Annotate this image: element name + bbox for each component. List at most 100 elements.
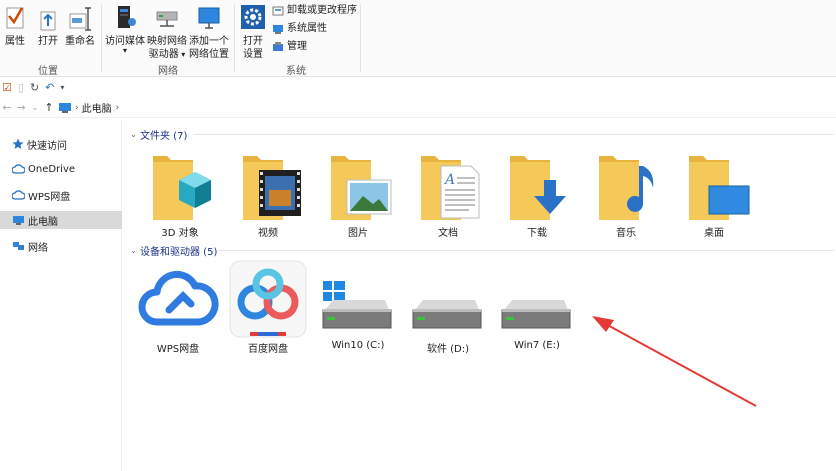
desktop-folder-icon <box>689 156 750 220</box>
back-icon[interactable]: ← <box>0 101 14 114</box>
divider <box>218 250 834 251</box>
properties-button[interactable]: 属性 <box>4 4 26 48</box>
folder-pictures[interactable]: 图片 <box>315 150 401 240</box>
folder-label: 视频 <box>258 228 278 239</box>
access-media-button[interactable]: 访问媒体 ▾ <box>105 4 145 55</box>
forward-icon[interactable]: → <box>14 101 28 114</box>
music-folder-icon <box>599 156 654 220</box>
video-folder-icon <box>243 156 301 220</box>
folder-label: 文档 <box>438 228 458 239</box>
new-folder-small-icon[interactable]: ▯ <box>18 81 24 94</box>
network-drive-icon <box>156 11 178 27</box>
monitor-icon <box>198 7 220 29</box>
computer-icon <box>59 102 71 113</box>
folders-header-label: 文件夹 (7) <box>140 130 188 142</box>
uninstall-icon <box>272 6 284 16</box>
sidebar-item-onedrive[interactable]: OneDrive <box>0 160 122 178</box>
devices-section-header[interactable]: ⌄ 设备和驱动器 (5) <box>130 243 836 258</box>
computer-icon <box>13 215 24 225</box>
cloud-icon <box>12 164 25 174</box>
system-drive-icon <box>322 281 392 329</box>
add-network-location-button[interactable]: 添加一个 网络位置 <box>189 4 229 61</box>
map-drive-label: 映射网络 <box>147 36 187 47</box>
system-properties-button[interactable]: 系统属性 <box>272 21 327 37</box>
folder-3d-objects[interactable]: 3D 对象 <box>137 150 223 240</box>
customize-dropdown-icon[interactable]: ▾ <box>60 83 64 92</box>
collapse-chevron-icon[interactable]: ⌄ <box>130 246 140 255</box>
rename-button[interactable]: 重命名 <box>64 4 96 48</box>
cloud-icon <box>12 190 25 200</box>
navigation-pane: 快速访问 OneDrive WPS网盘 此电脑 网络 <box>0 120 122 471</box>
open-settings-button[interactable]: 打开 设置 <box>238 4 268 61</box>
hard-drive-icon <box>501 300 571 329</box>
open-button[interactable]: 打开 <box>36 4 60 48</box>
manage-button[interactable]: 管理 <box>272 39 307 55</box>
folder-label: 桌面 <box>704 228 724 239</box>
open-label: 打开 <box>38 36 58 47</box>
folders-section-header[interactable]: ⌄ 文件夹 (7) <box>130 127 836 142</box>
folder-music[interactable]: 音乐 <box>583 150 669 240</box>
hard-drive-icon <box>412 300 482 329</box>
rename-icon <box>69 7 91 31</box>
sidebar-item-label: 网络 <box>28 242 48 254</box>
drive-d[interactable]: 软件 (D:) <box>405 280 491 355</box>
network-icon <box>13 241 24 250</box>
map-drive-button[interactable]: 映射网络 驱动器 ▾ <box>147 4 187 61</box>
rename-label: 重命名 <box>65 36 95 47</box>
documents-folder-icon: A <box>421 156 480 220</box>
star-icon <box>12 138 24 149</box>
drive-e[interactable]: Win7 (E:) <box>494 280 580 352</box>
device-wps-cloud[interactable]: WPS网盘 <box>135 262 221 355</box>
map-drive-label-2: 驱动器 <box>148 49 179 60</box>
devices-header-label: 设备和驱动器 (5) <box>140 246 218 258</box>
up-icon[interactable]: ↑ <box>42 101 56 114</box>
open-settings-label-2: 设置 <box>243 49 263 60</box>
collapse-chevron-icon[interactable]: ⌄ <box>130 130 140 139</box>
sidebar-item-label: 快速访问 <box>27 140 67 152</box>
device-label: Win7 (E:) <box>514 340 560 351</box>
undo-icon[interactable]: ↶ <box>45 81 54 94</box>
device-label: Win10 (C:) <box>331 340 385 351</box>
add-location-label-2: 网络位置 <box>189 49 229 60</box>
device-baidu-cloud[interactable]: 百度网盘 <box>225 260 311 355</box>
folder-videos[interactable]: 视频 <box>225 150 311 240</box>
folder-desktop[interactable]: 桌面 <box>671 150 757 240</box>
sidebar-item-wps[interactable]: WPS网盘 <box>0 186 122 204</box>
folder-downloads[interactable]: 下载 <box>494 150 580 240</box>
3d-objects-folder-icon <box>153 156 211 220</box>
breadcrumb[interactable]: 此电脑 <box>82 100 112 115</box>
drive-c[interactable]: Win10 (C:) <box>315 280 401 352</box>
uninstall-button[interactable]: 卸载或更改程序 <box>272 3 357 19</box>
properties-label: 属性 <box>5 36 25 47</box>
system-group-label: 系统 <box>286 66 306 77</box>
breadcrumb-chevron-icon[interactable]: › <box>75 103 79 113</box>
wps-cloud-icon <box>138 270 219 326</box>
address-bar: ← → ⌄ ↑ › 此电脑 › <box>0 98 836 118</box>
manage-icon <box>273 42 283 51</box>
redo-icon[interactable]: ↻ <box>30 81 39 94</box>
sidebar-item-quick-access[interactable]: 快速访问 <box>0 135 122 153</box>
recent-dropdown-icon[interactable]: ⌄ <box>28 103 42 112</box>
svg-text:A: A <box>443 172 455 188</box>
add-location-label: 添加一个 <box>189 36 229 47</box>
uninstall-label: 卸载或更改程序 <box>287 5 357 16</box>
device-label: 软件 (D:) <box>426 344 470 355</box>
sidebar-item-this-pc[interactable]: 此电脑 <box>0 211 122 229</box>
folder-label: 图片 <box>348 228 368 239</box>
folder-documents[interactable]: A 文档 <box>405 150 491 240</box>
dropdown-arrow-icon: ▾ <box>122 46 127 55</box>
breadcrumb-chevron-icon[interactable]: › <box>116 103 120 113</box>
ribbon-separator <box>101 4 102 72</box>
folder-label: 下载 <box>527 228 547 239</box>
open-icon <box>40 11 56 31</box>
location-group-label: 位置 <box>38 66 58 77</box>
properties-small-icon[interactable]: ☑ <box>2 81 12 94</box>
ribbon: 属性 打开 重命名 位置 访问媒体 ▾ 映射网络 驱动器 ▾ 添加一个 网络位置… <box>0 0 836 77</box>
media-server-icon <box>118 6 136 28</box>
manage-label: 管理 <box>287 41 307 52</box>
sidebar-item-label: WPS网盘 <box>28 191 71 203</box>
quick-access-toolbar: ☑ ▯ ↻ ↶ ▾ <box>0 78 836 96</box>
network-group-label: 网络 <box>158 66 178 77</box>
system-properties-label: 系统属性 <box>287 23 327 34</box>
sidebar-item-network[interactable]: 网络 <box>0 237 122 255</box>
